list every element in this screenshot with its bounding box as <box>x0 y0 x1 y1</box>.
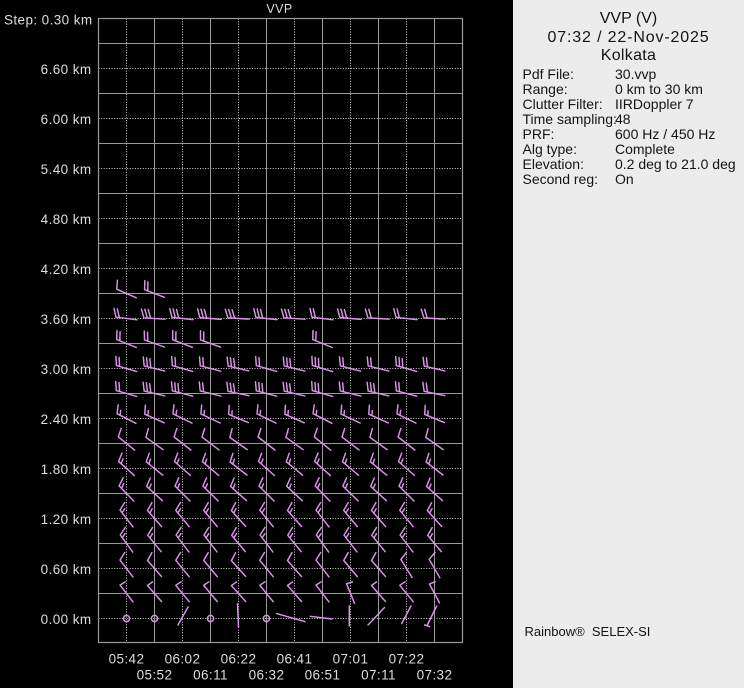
svg-text:06:51: 06:51 <box>305 668 341 683</box>
svg-text:05:52: 05:52 <box>137 668 173 683</box>
svg-text:07:22: 07:22 <box>389 652 425 667</box>
svg-text:6.00 km: 6.00 km <box>41 112 92 127</box>
svg-text:4.80 km: 4.80 km <box>41 212 92 227</box>
svg-text:3.60 km: 3.60 km <box>41 312 92 327</box>
svg-text:3.00 km: 3.00 km <box>41 362 92 377</box>
svg-text:06:02: 06:02 <box>165 652 201 667</box>
svg-text:Step: 0.30 km: Step: 0.30 km <box>4 13 93 28</box>
svg-text:6.60 km: 6.60 km <box>41 62 92 77</box>
svg-text:VVP: VVP <box>266 2 292 16</box>
svg-text:07:11: 07:11 <box>361 668 396 683</box>
svg-text:2.40 km: 2.40 km <box>41 412 92 427</box>
svg-text:06:32: 06:32 <box>249 668 285 683</box>
svg-text:06:22: 06:22 <box>221 652 257 667</box>
svg-text:4.20 km: 4.20 km <box>41 262 92 277</box>
svg-text:0.00 km: 0.00 km <box>41 612 92 627</box>
svg-text:06:41: 06:41 <box>277 652 313 667</box>
svg-text:0.60 km: 0.60 km <box>41 562 92 577</box>
svg-text:05:42: 05:42 <box>109 652 145 667</box>
svg-text:5.40 km: 5.40 km <box>41 162 92 177</box>
svg-text:1.20 km: 1.20 km <box>41 512 92 527</box>
svg-text:07:01: 07:01 <box>333 652 369 667</box>
svg-text:07:32: 07:32 <box>417 668 453 683</box>
svg-text:1.80 km: 1.80 km <box>41 462 92 477</box>
svg-text:06:11: 06:11 <box>193 668 228 683</box>
